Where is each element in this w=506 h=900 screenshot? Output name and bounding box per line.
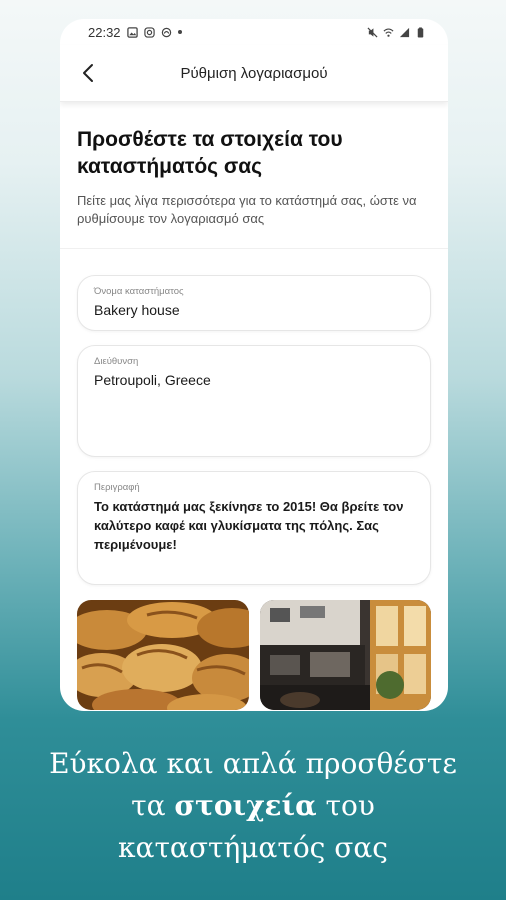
caption-line-3: καταστήματός σας [118,831,388,864]
caption-line-1: Εύκολα και απλά προσθέστε [49,747,457,780]
dot-icon [177,30,182,34]
caption-line-2-pre: τα [131,789,175,822]
header-section: Προσθέστε τα στοιχεία του καταστήματός σ… [60,102,448,249]
caption-line-2: τα στοιχεία του [0,785,506,827]
status-bar-right [367,26,426,38]
phone-screen: 22:32 Ρύθμιση λογαριασμού Προσθέστε τα σ… [60,19,448,711]
signal-icon [399,27,410,37]
status-time: 22:32 [88,24,121,40]
status-bar-left: 22:32 [88,25,182,40]
croissants-photo[interactable] [77,600,249,710]
app-bar-title: Ρύθμιση λογαριασμού [180,64,328,82]
chevron-left-icon[interactable] [78,62,100,84]
description-field[interactable]: Περιγραφή Το κατάστημά μας ξεκίνησε το 2… [77,471,431,585]
page-subtitle: Πείτε μας λίγα περισσότερα για το κατάστ… [77,193,417,226]
promo-caption: Εύκολα και απλά προσθέστε τα στοιχεία το… [0,743,506,869]
description-value[interactable]: Το κατάστημά μας ξεκίνησε το 2015! Θα βρ… [94,497,414,554]
battery-icon [417,26,424,38]
address-field[interactable]: Διεύθυνση Petroupoli, Greece [77,345,431,457]
address-label: Διεύθυνση [94,356,139,367]
description-label: Περιγραφή [94,482,140,493]
gallery-icon [126,26,138,38]
store-photos [60,600,448,710]
status-bar: 22:32 [60,19,448,45]
address-value[interactable]: Petroupoli, Greece [94,371,414,390]
store-name-value[interactable]: Bakery house [94,301,414,320]
cafe-interior-photo[interactable] [259,600,431,710]
cloud-icon [161,27,171,37]
store-name-field[interactable]: Όνομα καταστήματος Bakery house [77,275,431,331]
mute-icon [367,26,378,38]
store-form: Όνομα καταστήματος Bakery house Διεύθυνσ… [60,249,448,585]
app-bar: Ρύθμιση λογαριασμού [60,45,448,102]
wifi-icon [383,27,394,37]
instagram-icon [143,26,155,38]
caption-line-2-bold: στοιχεία [174,789,317,822]
caption-line-2-post: του [316,789,375,822]
store-name-label: Όνομα καταστήματος [94,286,184,297]
page-title: Προσθέστε τα στοιχεία του καταστήματός σ… [77,128,343,178]
